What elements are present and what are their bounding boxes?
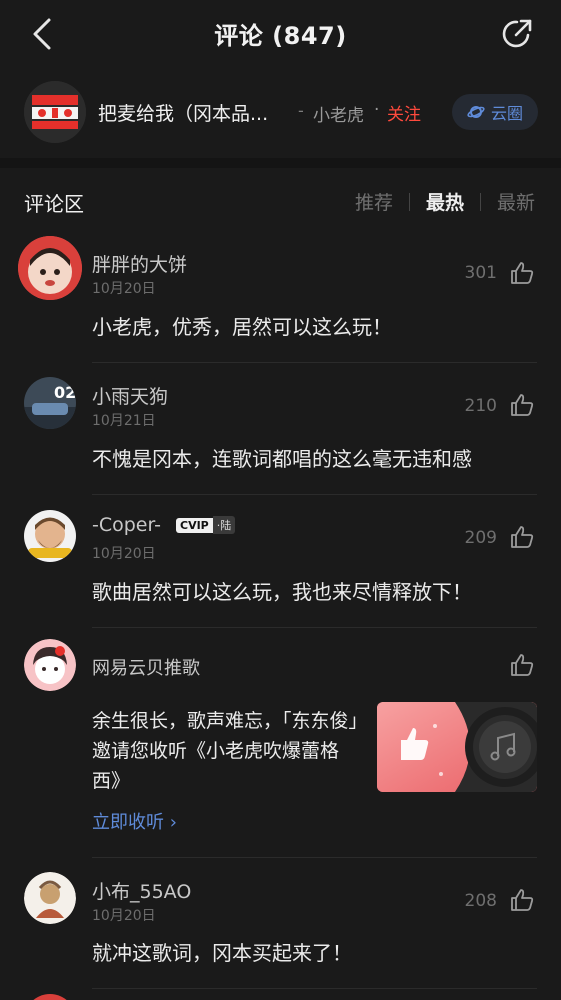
thumbs-up-icon: [511, 394, 534, 416]
like-button[interactable]: [507, 258, 537, 288]
comment-username[interactable]: 小布_55AO: [92, 877, 191, 904]
song-cover[interactable]: [24, 81, 86, 143]
comment-date: 10月20日: [92, 908, 156, 924]
yunquan-label: 云圈: [490, 104, 523, 123]
recommend-text: 余生很长，歌声难忘，「东东俊」邀请您收听《小老虎吹爆蕾格西》: [92, 710, 359, 792]
song-title[interactable]: 把麦给我（冈本品...: [98, 99, 268, 126]
thumbs-up-icon: [511, 262, 534, 284]
avatar[interactable]: [24, 872, 76, 924]
share-button[interactable]: [497, 14, 537, 54]
planet-icon: [467, 106, 485, 118]
comment-date: 10月20日: [92, 281, 156, 297]
top-bar: 评论 (847): [0, 0, 561, 70]
vip-badge[interactable]: CVIP ·陆: [176, 515, 236, 535]
like-count: 301: [464, 263, 497, 283]
avatar[interactable]: [24, 639, 76, 691]
tab-hottest[interactable]: 最热: [426, 188, 464, 215]
page-title: 评论 (847): [214, 22, 347, 50]
thumbs-up-icon: [511, 889, 534, 911]
comment-divider: [92, 362, 537, 363]
like-count: 209: [464, 528, 497, 548]
avatar[interactable]: [24, 510, 76, 562]
song-separator: -: [298, 101, 304, 120]
sort-tabs: 推荐 最热 最新: [355, 188, 535, 215]
like-count: 210: [464, 396, 497, 416]
comment-username[interactable]: 网易云贝推歌: [92, 654, 200, 680]
svg-text:02: 02: [54, 383, 76, 402]
dot-separator: ·: [374, 100, 380, 120]
comment-date: 10月21日: [92, 413, 156, 429]
comment-username[interactable]: 胖胖的大饼: [92, 250, 187, 277]
yunquan-button[interactable]: 云圈: [452, 94, 538, 130]
thumbs-up-icon: [511, 526, 534, 548]
listen-now-link[interactable]: 立即收听 ›: [92, 808, 177, 834]
vip-badge-suffix: ·陆: [212, 516, 236, 534]
avatar[interactable]: 02: [24, 377, 76, 429]
comment-username[interactable]: -Coper-: [92, 514, 161, 536]
tab-divider: [408, 192, 410, 211]
like-button[interactable]: [507, 522, 537, 552]
follow-button[interactable]: 关注: [387, 100, 421, 125]
comment-divider: [92, 988, 537, 989]
vip-badge-level: CVIP: [176, 517, 213, 533]
share-icon: [502, 19, 532, 48]
avatar[interactable]: [18, 236, 82, 300]
like-button[interactable]: [507, 885, 537, 915]
tab-divider: [479, 192, 481, 211]
like-button[interactable]: [507, 650, 537, 680]
like-button[interactable]: [507, 390, 537, 420]
comment-text: 不愧是冈本，连歌词都唱的这么毫无违和感: [92, 447, 472, 471]
avatar[interactable]: [24, 994, 76, 1000]
like-count: 208: [464, 891, 497, 911]
recommend-song-card[interactable]: [377, 702, 537, 792]
section-divider: [0, 158, 561, 168]
comment-text: 就冲这歌词，冈本买起来了！: [92, 941, 352, 965]
tab-newest[interactable]: 最新: [497, 188, 535, 215]
tab-recommend[interactable]: 推荐: [355, 188, 393, 215]
section-title: 评论区: [24, 192, 84, 216]
song-info-bar[interactable]: 把麦给我（冈本品... - 小老虎 · 关注 云圈: [0, 78, 561, 150]
artist-name[interactable]: 小老虎: [313, 101, 364, 126]
comment-date: 10月20日: [92, 546, 156, 562]
comment-divider: [92, 627, 537, 628]
comment-divider: [92, 857, 537, 858]
comment-section-header: 评论区 推荐 最热 最新: [0, 180, 561, 220]
comment-divider: [92, 494, 537, 495]
comment-text: 小老虎，优秀，居然可以这么玩！: [92, 315, 392, 339]
thumbs-up-icon: [511, 654, 534, 676]
comment-username[interactable]: 小雨天狗: [92, 382, 168, 409]
comment-text: 歌曲居然可以这么玩，我也来尽情释放下！: [92, 580, 472, 604]
